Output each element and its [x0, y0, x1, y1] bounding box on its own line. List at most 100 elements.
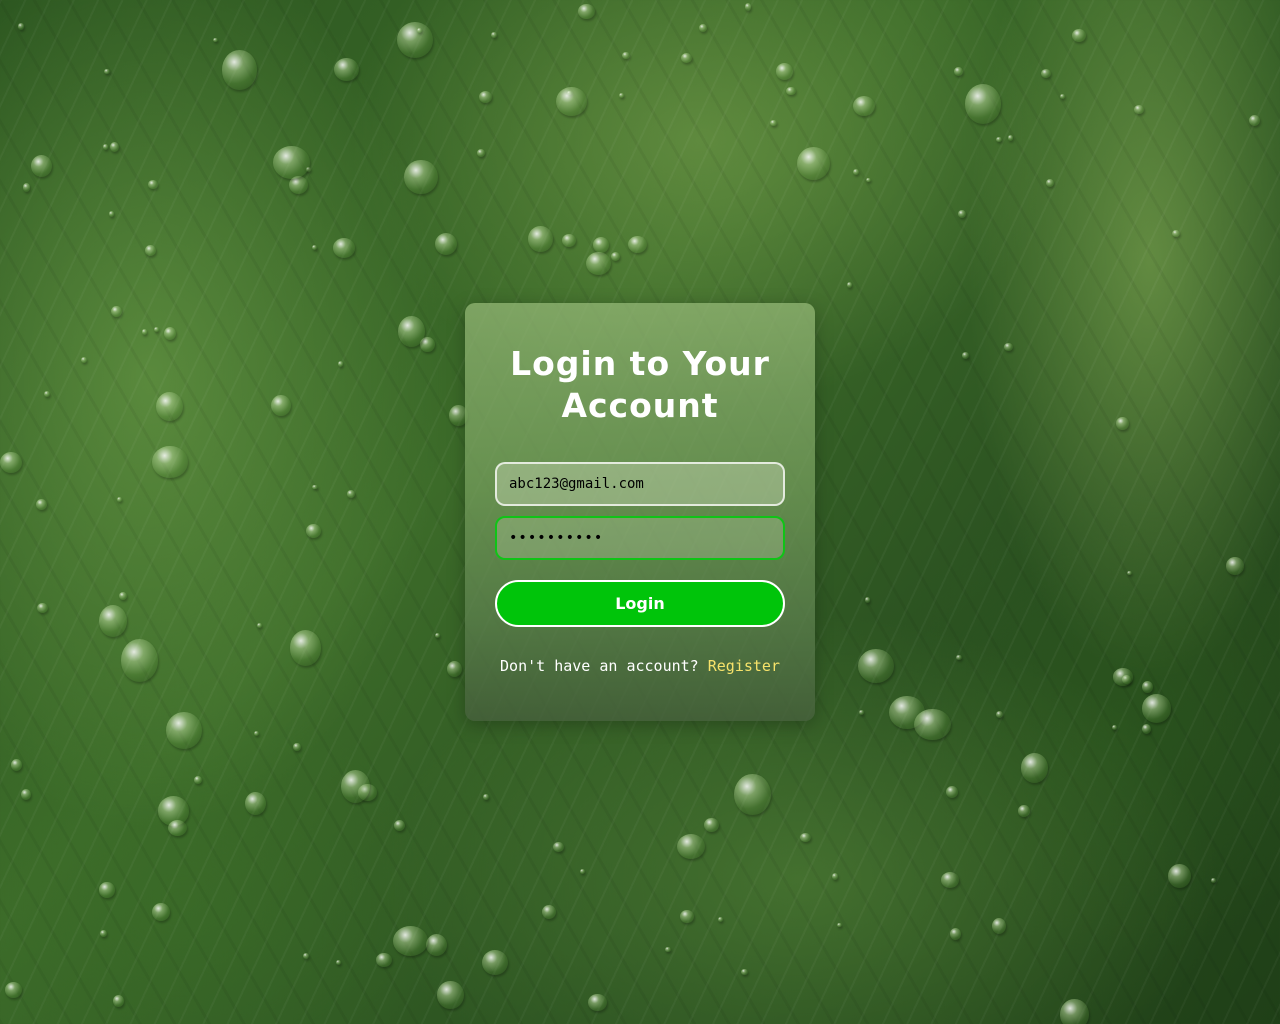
login-card: Login to Your Account Login Don't have a… [465, 303, 815, 721]
water-drop [680, 909, 694, 923]
water-drop [1060, 998, 1090, 1024]
water-drop [288, 176, 308, 195]
water-drop [212, 37, 218, 42]
water-drop [698, 24, 707, 32]
water-drop [1040, 68, 1051, 78]
water-drop [333, 58, 359, 82]
water-drop [141, 329, 148, 335]
water-drop [98, 882, 115, 898]
water-drop [528, 225, 554, 252]
water-drop [193, 775, 202, 784]
water-drop [10, 759, 22, 771]
water-drop [312, 484, 318, 490]
water-drop [561, 233, 576, 247]
water-drop [800, 832, 811, 843]
water-drop [665, 946, 671, 952]
water-drop [434, 232, 457, 255]
water-drop [396, 21, 433, 58]
login-title: Login to Your Account [510, 344, 770, 425]
water-drop [1134, 105, 1144, 115]
water-drop [491, 32, 497, 38]
water-drop [36, 498, 48, 510]
water-drop [680, 52, 693, 63]
water-drop [416, 27, 422, 34]
water-drop [148, 179, 158, 189]
water-drop [100, 929, 107, 938]
water-drop [865, 597, 871, 603]
water-drop [108, 211, 114, 218]
water-drop [337, 360, 343, 367]
water-drop [479, 90, 493, 103]
water-drop [1059, 94, 1066, 99]
water-drop [305, 524, 321, 538]
water-drop [1167, 863, 1191, 888]
water-drop [44, 390, 51, 397]
water-drop [858, 710, 864, 715]
water-drop [30, 155, 52, 178]
water-drop [555, 86, 588, 117]
water-drop [293, 742, 301, 752]
water-drop [436, 981, 464, 1009]
water-drop [786, 86, 796, 96]
water-drop [964, 83, 1002, 124]
water-drop [704, 818, 719, 832]
water-drop [332, 237, 356, 258]
water-drop [769, 119, 777, 127]
water-drop [1018, 805, 1030, 817]
register-prompt-text: Don't have an account? [500, 657, 699, 675]
water-drop [17, 23, 25, 30]
water-drop [4, 982, 22, 999]
water-drop [116, 496, 122, 502]
register-prompt-row: Don't have an account? Register [465, 657, 815, 675]
water-drop [1210, 877, 1217, 883]
water-drop [622, 52, 630, 60]
water-drop [37, 602, 48, 613]
water-drop [1007, 134, 1014, 141]
water-drop [865, 177, 871, 183]
water-drop [404, 159, 438, 195]
water-drop [1111, 724, 1117, 730]
water-drop [0, 452, 22, 473]
water-drop [483, 793, 489, 801]
water-drop [446, 660, 463, 677]
water-drop [111, 306, 122, 318]
water-drop [577, 3, 595, 19]
water-drop [481, 949, 508, 976]
water-drop [376, 952, 393, 967]
water-drop [153, 326, 159, 332]
water-drop [152, 446, 188, 479]
password-field[interactable] [495, 516, 785, 560]
water-drop [434, 632, 440, 639]
login-button[interactable]: Login [495, 580, 785, 627]
login-page: { "login": { "title": "Login to Your Acc… [0, 0, 1280, 1024]
email-field[interactable] [495, 462, 785, 506]
water-drop [852, 95, 875, 116]
water-drop [775, 63, 793, 80]
water-drop [744, 3, 751, 11]
water-drop [1141, 693, 1172, 723]
water-drop [1225, 557, 1244, 575]
water-drop [996, 137, 1002, 142]
water-drop [593, 236, 610, 253]
water-drop [256, 622, 262, 628]
water-drop [588, 994, 607, 1012]
water-drop [222, 50, 257, 90]
water-drop [109, 142, 119, 153]
water-drop [940, 872, 959, 888]
register-link[interactable]: Register [708, 657, 780, 675]
water-drop [145, 244, 157, 256]
water-drop [585, 252, 611, 276]
water-drop [312, 244, 318, 250]
water-drop [347, 490, 356, 498]
water-drop [945, 785, 959, 798]
water-drop [289, 630, 321, 666]
water-drop [1116, 417, 1129, 431]
water-drop [1172, 229, 1180, 237]
water-drop [1126, 570, 1132, 576]
water-drop [1072, 29, 1086, 42]
water-drop [857, 649, 894, 684]
water-drop [949, 928, 961, 941]
water-drop [244, 791, 266, 816]
water-drop [22, 183, 31, 192]
water-drop [112, 994, 124, 1007]
